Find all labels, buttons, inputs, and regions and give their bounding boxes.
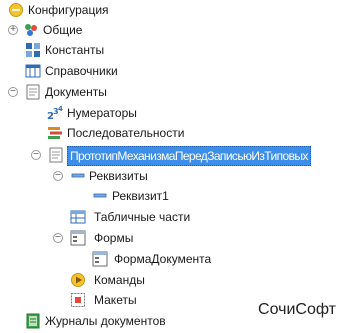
tree-item-label: Табличные части <box>94 210 191 224</box>
tree-item-forms[interactable]: − Формы <box>0 228 352 248</box>
selected-item-label: ПрототипМеханизмаПередЗаписьюИзТиповых <box>67 146 311 166</box>
tree-item-label: Макеты <box>94 293 137 307</box>
form-icon <box>92 251 108 267</box>
expand-icon[interactable]: + <box>8 25 18 35</box>
tree-item-documents[interactable]: − Документы <box>0 82 352 102</box>
requisite-icon <box>93 193 107 198</box>
tree-item-requisites[interactable]: − Реквизиты <box>0 166 352 186</box>
tree-item-label: Справочники <box>45 64 118 78</box>
tree-item-numerators[interactable]: 2 3 4 Нумераторы <box>0 103 352 123</box>
tree-item-constants[interactable]: Константы <box>0 40 352 60</box>
tree-item-commands[interactable]: Команды <box>0 270 352 290</box>
sequences-icon <box>48 127 62 139</box>
tree-item-document-prototype[interactable]: − ПрототипМеханизмаПередЗаписьюИзТиповых <box>0 145 352 166</box>
tree-item-general[interactable]: + Общие <box>0 20 352 40</box>
journals-icon <box>26 313 40 329</box>
tree-item-doc-form[interactable]: ФормаДокумента <box>0 249 352 269</box>
tree-item-sequences[interactable]: Последовательности <box>0 123 352 143</box>
constants-icon <box>26 43 40 57</box>
tree-item-label: Константы <box>45 43 105 57</box>
documents-icon <box>26 84 40 100</box>
collapse-icon[interactable]: − <box>31 150 41 160</box>
tree-item-requisite1[interactable]: Реквизит1 <box>0 186 352 206</box>
tree-item-label: Реквизиты <box>89 169 148 183</box>
tree-item-label: Команды <box>94 273 145 287</box>
tree-item-label: Документы <box>45 85 107 99</box>
tabular-parts-icon <box>70 210 86 224</box>
collapse-icon[interactable]: − <box>53 171 63 181</box>
watermark: СочиСофт <box>252 299 342 321</box>
collapse-icon[interactable]: − <box>8 87 18 97</box>
general-icon <box>25 24 37 36</box>
numerators-icon: 2 3 4 <box>47 105 63 121</box>
requisites-icon <box>71 173 85 178</box>
tree-item-label: Общие <box>43 23 83 37</box>
forms-icon <box>70 230 86 246</box>
catalogs-icon <box>25 64 41 78</box>
tree-item-root[interactable]: Конфигурация <box>0 0 352 20</box>
tree-item-label: Нумераторы <box>67 106 137 120</box>
configuration-tree: Конфигурация + Общие Константы Справочни… <box>0 0 352 333</box>
document-icon <box>49 147 63 163</box>
tree-item-label: Формы <box>94 231 134 245</box>
tree-item-label: Конфигурация <box>28 3 109 17</box>
svg-text:4: 4 <box>58 105 63 113</box>
tree-item-label: ФормаДокумента <box>114 252 212 266</box>
tree-item-label: Реквизит1 <box>112 189 169 203</box>
collapse-icon[interactable]: − <box>53 233 63 243</box>
config-root-icon <box>9 3 23 17</box>
tree-item-label: Последовательности <box>67 126 185 140</box>
tree-item-tabular-parts[interactable]: Табличные части <box>0 207 352 227</box>
commands-icon <box>71 273 85 287</box>
tree-item-catalogs[interactable]: Справочники <box>0 61 352 81</box>
tree-item-label: Журналы документов <box>45 314 166 328</box>
layouts-icon <box>71 293 85 307</box>
